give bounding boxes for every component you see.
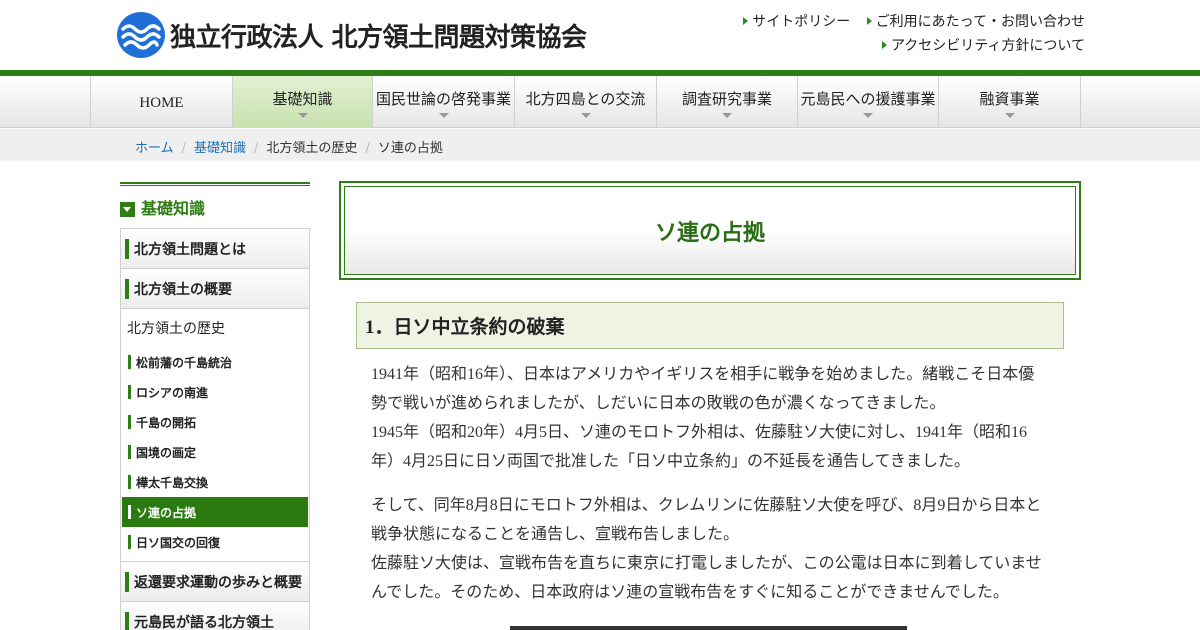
article-line: 1945年（昭和20年）4月5日、ソ連のモロトフ外相は、佐藤駐ソ大使に対し、19… [371, 424, 1028, 441]
breadcrumb-separator: / [181, 141, 187, 156]
chevron-down-icon [297, 113, 308, 118]
side-subitem-marker [128, 415, 131, 429]
site-logo[interactable]: 独立行政法人 北方領土問題対策協会 [117, 12, 587, 58]
side-item-marker [125, 571, 129, 592]
side-subitem[interactable]: ロシアの南進 [122, 377, 308, 407]
content-divider [510, 626, 907, 630]
chevron-down-icon [580, 113, 591, 118]
article-line: 勢で戦いが進められましたが、しだいに日本の敗戦の色が濃くなってきました。 [371, 395, 946, 412]
chevron-down-icon [120, 202, 135, 217]
global-nav: HOME 基礎知識 国民世論の啓発事業 北方四島との交流 調査研究事業 元島民への援護事業… [0, 76, 1200, 128]
side-subitem-label: 松前藩の千島統治 [136, 355, 233, 370]
nav-item-label: HOME [139, 94, 184, 111]
breadcrumb-basics[interactable]: 基礎知識 [194, 141, 246, 156]
page-title: ソ連の占拠 [654, 220, 765, 246]
side-nav-heading[interactable]: 基礎知識 [120, 186, 310, 228]
chevron-down-icon [438, 113, 449, 118]
utility-row: サイトポリシー ご利用にあたって・お問い合わせ [731, 12, 1085, 36]
article-line: 年）4月25日に日ソ両国で批准した「日ソ中立条約」の不延長を通告してきました。 [371, 453, 971, 470]
side-history-group: 北方領土の歴史 松前藩の千島統治 ロシアの南進 千島の開拓国境の画定樺太千島交換 ソ連… [121, 309, 309, 562]
global-nav-items: HOME 基礎知識 国民世論の啓発事業 北方四島との交流 調査研究事業 元島民への援護事業… [90, 76, 1081, 128]
side-subitem-label: 国境の画定 [136, 445, 197, 460]
site-header: 独立行政法人 北方領土問題対策協会 サイトポリシー ご利用にあたって・お問い合わ… [0, 0, 1200, 70]
nav-item-label: 調査研究事業 [681, 92, 772, 108]
nav-item-loans[interactable]: 融資事業 [939, 76, 1081, 128]
nav-item-four-islands-exchange[interactable]: 北方四島との交流 [515, 76, 657, 128]
side-nav: 基礎知識 北方領土問題とは 北方領土の概要 北方領土の歴史 松前藩の千島統治 ロシ… [120, 182, 310, 630]
nav-item-former-residents-support[interactable]: 元島民への援護事業 [798, 76, 939, 128]
article-body: 1941年（昭和16年）、日本はアメリカやイギリスを相手に戦争を始めました。緒戦… [371, 360, 1056, 622]
utility-links: サイトポリシー ご利用にあたって・お問い合わせ アクセシビリティ方針について [731, 12, 1085, 60]
article-line: そして、同年8月8日にモロトフ外相は、クレムリンに佐藤駐ソ大使を呼び、8月9日か… [371, 497, 1042, 514]
side-item-history[interactable]: 北方領土の歴史 [121, 309, 309, 347]
side-subitem-label: 日ソ国交の回復 [136, 535, 221, 550]
side-item-overview[interactable]: 北方領土の概要 [121, 269, 309, 309]
nav-item-label: 融資事業 [979, 92, 1040, 108]
logo-wave-icon [117, 12, 165, 58]
side-subitem[interactable]: 日ソ国交の回復 [122, 527, 308, 557]
side-subitem-label: 千島の開拓 [136, 415, 197, 430]
page-title-box: ソ連の占拠 [339, 181, 1081, 280]
utility-row: アクセシビリティ方針について [731, 36, 1085, 60]
article-line: 1941年（昭和16年）、日本はアメリカやイギリスを相手に戦争を始めました。緒戦… [371, 366, 1035, 383]
nav-item-basics[interactable]: 基礎知識 [233, 76, 373, 128]
breadcrumb-separator: / [365, 141, 370, 156]
side-subitem-label: 樺太千島交換 [136, 475, 209, 490]
side-subitem-marker [128, 475, 131, 489]
nav-item-label: 北方四島との交流 [525, 92, 646, 108]
side-item-marker [125, 238, 129, 259]
site-policy-link[interactable]: サイトポリシー [743, 12, 850, 32]
side-subitem-label: ソ連の占拠 [136, 505, 197, 520]
breadcrumb-trail: ホーム / 基礎知識 / 北方領土の歴史 / ソ連の占拠 [135, 137, 443, 156]
section-heading-box: 1．日ソ中立条約の破棄 [356, 302, 1064, 349]
side-subitem-marker [128, 355, 131, 369]
side-subitem-marker [128, 445, 131, 459]
side-subitem[interactable]: ソ連の占拠 [122, 497, 308, 527]
nav-item-label: 基礎知識 [272, 92, 333, 108]
side-item-marker [125, 278, 129, 299]
org-name: 独立行政法人 北方領土問題対策協会 [170, 22, 587, 53]
side-nav-list: 北方領土問題とは 北方領土の概要 北方領土の歴史 松前藩の千島統治 ロシアの南進千… [120, 228, 310, 630]
article-line: 佐藤駐ソ大使は、宣戦布告を直ちに東京に打電しましたが、この公電は日本に到着してい… [371, 555, 1042, 572]
side-subitem[interactable]: 樺太千島交換 [122, 467, 308, 497]
side-item-movement[interactable]: 返還要求運動の歩みと概要 [121, 562, 309, 602]
side-subitem-marker [128, 505, 131, 519]
nav-item-research[interactable]: 調査研究事業 [657, 76, 798, 128]
side-subitem-marker [128, 535, 131, 549]
arrow-right-icon [743, 17, 749, 25]
side-subitem-label: ロシアの南進 [136, 385, 209, 400]
arrow-right-icon [881, 41, 887, 49]
page-title-inner: ソ連の占拠 [344, 186, 1076, 275]
nav-item-label: 元島民への援護事業 [800, 92, 936, 108]
chevron-down-icon [722, 113, 732, 118]
side-subitem-marker [128, 385, 131, 399]
chevron-down-icon [863, 113, 873, 118]
section-heading: 1．日ソ中立条約の破棄 [365, 317, 565, 338]
chevron-down-icon [1004, 113, 1015, 118]
contact-link[interactable]: ご利用にあたって・お問い合わせ [866, 12, 1085, 32]
side-item-marker [125, 611, 129, 630]
article-paragraph: そして、同年8月8日にモロトフ外相は、クレムリンに佐藤駐ソ大使を呼び、8月9日か… [371, 491, 1056, 607]
breadcrumb-separator: / [254, 141, 259, 156]
article-paragraph: 1941年（昭和16年）、日本はアメリカやイギリスを相手に戦争を始めました。緒戦… [371, 360, 1056, 476]
side-subitem[interactable]: 国境の画定 [122, 437, 308, 467]
nav-item-label: 国民世論の啓発事業 [375, 92, 511, 108]
breadcrumb-home[interactable]: ホーム [135, 141, 174, 156]
nav-item-public-awareness[interactable]: 国民世論の啓発事業 [373, 76, 515, 128]
arrow-right-icon [866, 17, 872, 25]
breadcrumb-history: 北方領土の歴史 [266, 141, 358, 156]
side-history-items: 松前藩の千島統治 ロシアの南進 千島の開拓国境の画定樺太千島交換 ソ連の占拠日ソ国交の… [121, 347, 309, 557]
side-item-former-residents[interactable]: 元島民が語る北方領土 [121, 602, 309, 630]
side-subitem[interactable]: 千島の開拓 [122, 407, 308, 437]
article-line: 戦争状態になることを通告し、宣戦布告しました。 [371, 526, 740, 543]
breadcrumb-current: ソ連の占拠 [377, 141, 443, 156]
article-line: んでした。そのため、日本政府はソ連の宣戦布告をすぐに知ることができませんでした。 [371, 584, 1009, 601]
side-subitem[interactable]: 松前藩の千島統治 [122, 347, 308, 377]
nav-item-home[interactable]: HOME [91, 76, 233, 128]
side-item-issue[interactable]: 北方領土問題とは [121, 229, 309, 269]
breadcrumb: ホーム / 基礎知識 / 北方領土の歴史 / ソ連の占拠 [0, 129, 1200, 161]
accessibility-link[interactable]: アクセシビリティ方針について [881, 36, 1085, 56]
